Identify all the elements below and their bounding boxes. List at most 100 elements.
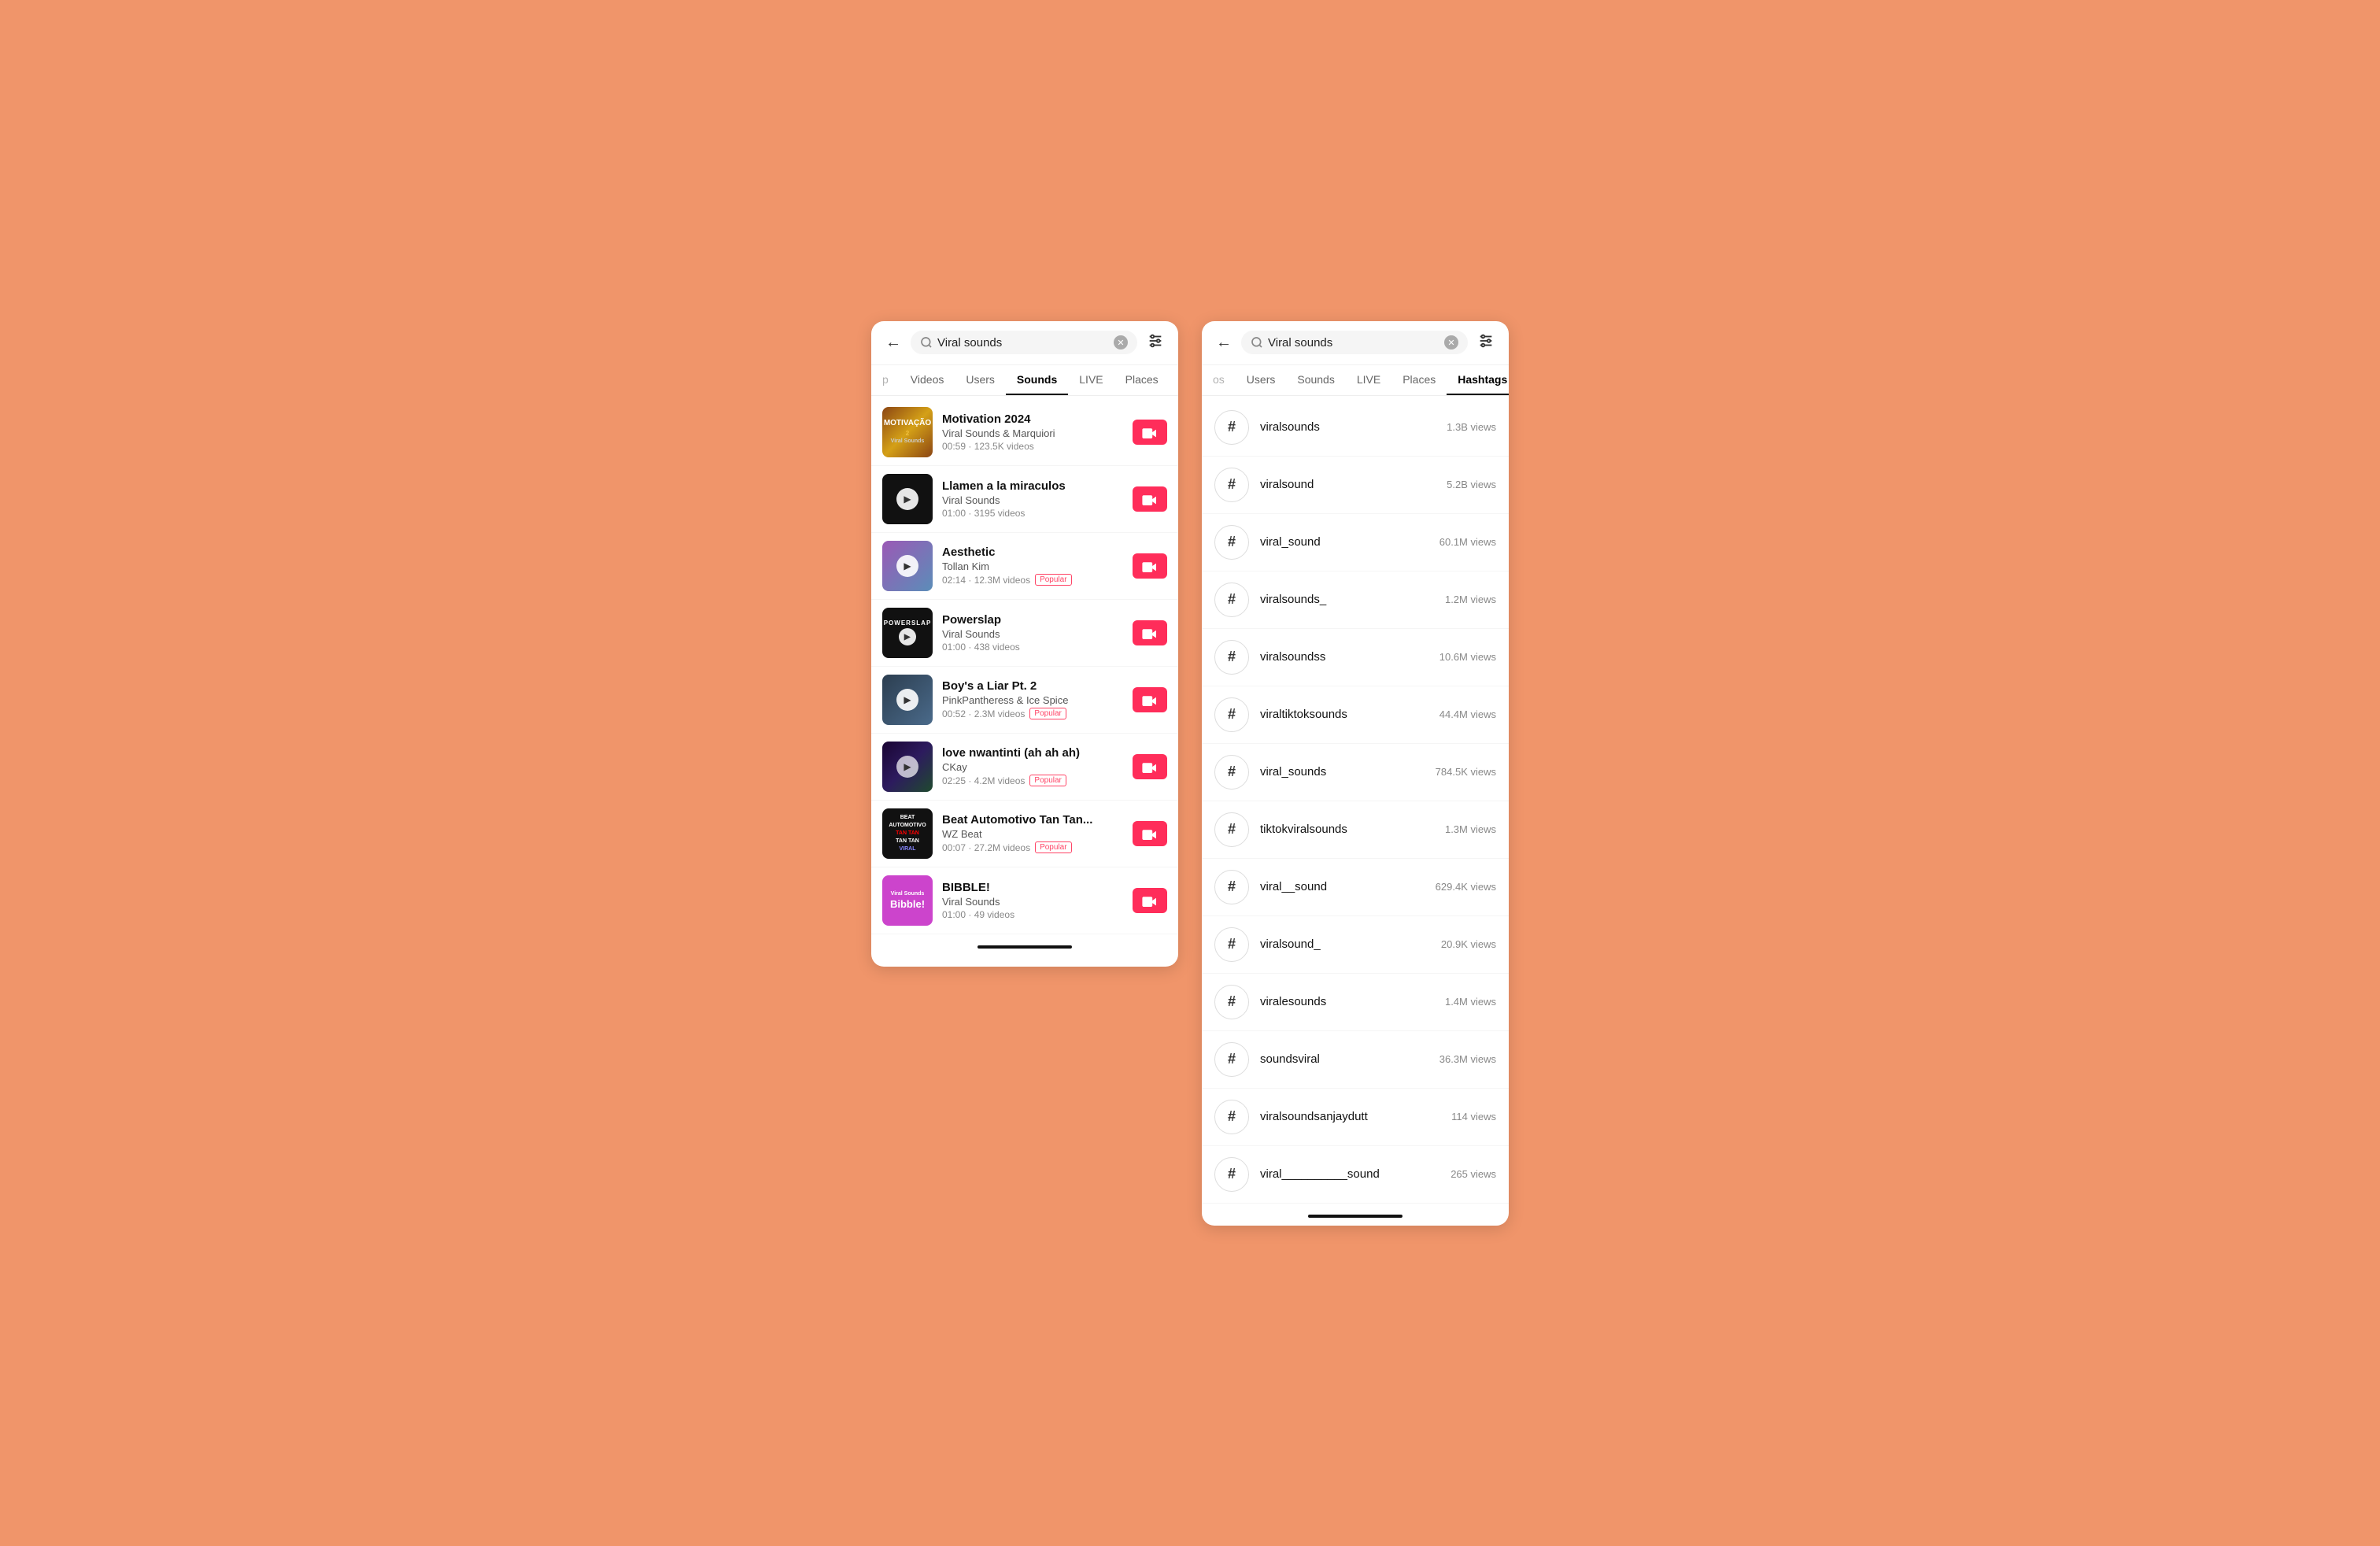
sound-info-aesthetic: Aesthetic Tollan Kim 02:14 · 12.3M video… <box>942 546 1123 586</box>
hashtag-item-soundsviral[interactable]: # soundsviral 36.3M views <box>1202 1031 1509 1089</box>
sound-info-bibble: BIBBLE! Viral Sounds 01:00 · 49 videos <box>942 881 1123 920</box>
sound-title-llamen: Llamen a la miraculos <box>942 479 1123 493</box>
hash-name-viralsounds: viralsounds <box>1260 420 1436 434</box>
tab-users-left[interactable]: Users <box>955 365 1006 395</box>
use-button-motivation[interactable] <box>1133 420 1167 445</box>
hashtag-item-viralsound[interactable]: # viralsound 5.2B views <box>1202 457 1509 514</box>
hashtag-item-tiktokviralsounds[interactable]: # tiktokviralsounds 1.3M views <box>1202 801 1509 859</box>
tab-hashtags-left-partial[interactable]: Has... <box>1170 365 1178 395</box>
hash-views-viralsound: 5.2B views <box>1447 479 1496 490</box>
sound-info-love: love nwantinti (ah ah ah) CKay 02:25 · 4… <box>942 746 1123 786</box>
search-bar-right: ← Viral sounds ✕ <box>1202 321 1509 365</box>
left-phone: ← Viral sounds ✕ p Videos Users <box>871 321 1178 967</box>
hash-views-viral-sounds-under: 784.5K views <box>1436 766 1496 778</box>
search-query-left: Viral sounds <box>937 336 1109 350</box>
use-button-beat[interactable] <box>1133 821 1167 846</box>
filter-button-left[interactable] <box>1144 329 1167 357</box>
clear-button-right[interactable]: ✕ <box>1444 335 1458 350</box>
video-camera-icon-love <box>1142 760 1158 773</box>
hashtag-item-viralsounds-under[interactable]: # viralsounds_ 1.2M views <box>1202 571 1509 629</box>
use-button-llamen[interactable] <box>1133 486 1167 512</box>
hash-name-tiktokviralsounds: tiktokviralsounds <box>1260 823 1434 836</box>
sound-title-aesthetic: Aesthetic <box>942 546 1123 559</box>
tab-live-left[interactable]: LIVE <box>1068 365 1114 395</box>
sound-artist-boysaliar: PinkPantheress & Ice Spice <box>942 694 1123 706</box>
use-button-bibble[interactable] <box>1133 888 1167 913</box>
bottom-bar-right <box>1202 1207 1509 1226</box>
tab-live-right[interactable]: LIVE <box>1346 365 1391 395</box>
sound-meta-llamen: 01:00 · 3195 videos <box>942 508 1123 519</box>
sound-meta-aesthetic: 02:14 · 12.3M videos Popular <box>942 574 1123 586</box>
hashtag-item-viraltiktok[interactable]: # viraltiktoksounds 44.4M views <box>1202 686 1509 744</box>
clear-button-left[interactable]: ✕ <box>1114 335 1128 350</box>
hash-circle-tiktokviralsounds: # <box>1214 812 1249 847</box>
hashtag-item-viralsoundss[interactable]: # viralsoundss 10.6M views <box>1202 629 1509 686</box>
hashtag-item-viral-sound[interactable]: # viral_sound 60.1M views <box>1202 514 1509 571</box>
sound-meta-boysaliar: 00:52 · 2.3M videos Popular <box>942 708 1123 719</box>
hash-circle-viralsoundsanjay: # <box>1214 1100 1249 1134</box>
hash-name-viraltiktok: viraltiktoksounds <box>1260 708 1428 721</box>
sound-item-bibble: Viral Sounds Bibble! BIBBLE! Viral Sound… <box>871 867 1178 934</box>
popular-badge-boysaliar: Popular <box>1029 708 1066 719</box>
hash-views-viralsound-under: 20.9K views <box>1441 938 1496 950</box>
back-button-right[interactable]: ← <box>1213 331 1235 355</box>
filter-button-right[interactable] <box>1474 329 1498 357</box>
search-input-wrap-left[interactable]: Viral sounds ✕ <box>911 331 1137 354</box>
sound-artist-llamen: Viral Sounds <box>942 494 1123 506</box>
hash-circle-viral-sound: # <box>1214 525 1249 560</box>
sound-meta-powerslap: 01:00 · 438 videos <box>942 642 1123 653</box>
hashtag-item-viralsounds[interactable]: # viralsounds 1.3B views <box>1202 399 1509 457</box>
sound-info-boysaliar: Boy's a Liar Pt. 2 PinkPantheress & Ice … <box>942 679 1123 719</box>
tab-users-right[interactable]: Users <box>1236 365 1287 395</box>
hashtag-item-viral-sounds-under[interactable]: # viral_sounds 784.5K views <box>1202 744 1509 801</box>
hashtag-item-viralesounds[interactable]: # viralesounds 1.4M views <box>1202 974 1509 1031</box>
sound-artist-love: CKay <box>942 761 1123 773</box>
tab-videos-left[interactable]: Videos <box>900 365 955 395</box>
use-button-love[interactable] <box>1133 754 1167 779</box>
tab-sounds-left[interactable]: Sounds <box>1006 365 1068 395</box>
hash-circle-viralsounds-under: # <box>1214 583 1249 617</box>
hash-circle-soundsviral: # <box>1214 1042 1249 1077</box>
play-icon-llamen: ▶ <box>896 488 918 510</box>
tab-places-left[interactable]: Places <box>1114 365 1170 395</box>
hash-circle-viralesounds: # <box>1214 985 1249 1019</box>
sound-title-powerslap: Powerslap <box>942 613 1123 627</box>
use-button-aesthetic[interactable] <box>1133 553 1167 579</box>
sound-thumb-boysaliar: ▶ <box>882 675 933 725</box>
tab-hashtags-right[interactable]: Hashtags <box>1447 365 1509 395</box>
sound-thumb-beat: BEAT AUTOMOTIVO TAN TAN TAN TAN VIRAL <box>882 808 933 859</box>
tab-sounds-right[interactable]: Sounds <box>1286 365 1345 395</box>
hash-circle-viralsound-under: # <box>1214 927 1249 962</box>
sound-artist-aesthetic: Tollan Kim <box>942 560 1123 572</box>
hash-views-soundsviral: 36.3M views <box>1439 1053 1496 1065</box>
play-icon-love: ▶ <box>896 756 918 778</box>
hash-name-viral-sound: viral_sound <box>1260 535 1428 549</box>
hash-circle-viral--sound: # <box>1214 870 1249 904</box>
search-input-wrap-right[interactable]: Viral sounds ✕ <box>1241 331 1468 354</box>
search-icon-left <box>920 336 933 349</box>
sound-meta-love: 02:25 · 4.2M videos Popular <box>942 775 1123 786</box>
hashtag-item-viral--sound[interactable]: # viral__sound 629.4K views <box>1202 859 1509 916</box>
hash-name-viral--sound: viral__sound <box>1260 880 1425 893</box>
sound-thumb-love: ▶ <box>882 742 933 792</box>
video-camera-icon-powerslap <box>1142 627 1158 639</box>
use-button-powerslap[interactable] <box>1133 620 1167 645</box>
hashtag-item-viralsoundsanjay[interactable]: # viralsoundsanjaydutt 114 views <box>1202 1089 1509 1146</box>
use-button-boysaliar[interactable] <box>1133 687 1167 712</box>
tab-places-right[interactable]: Places <box>1391 365 1447 395</box>
hashtag-item-viralsound-under[interactable]: # viralsound_ 20.9K views <box>1202 916 1509 974</box>
tab-partial-right[interactable]: os <box>1202 365 1236 395</box>
tabs-left: p Videos Users Sounds LIVE Places Has... <box>871 365 1178 396</box>
filter-icon-left <box>1147 332 1164 350</box>
back-button-left[interactable]: ← <box>882 331 904 355</box>
sound-title-beat: Beat Automotivo Tan Tan... <box>942 813 1123 827</box>
phones-container: ← Viral sounds ✕ p Videos Users <box>871 321 1509 1226</box>
sound-artist-bibble: Viral Sounds <box>942 896 1123 908</box>
hash-views-viraltiktok: 44.4M views <box>1439 708 1496 720</box>
video-camera-icon-bibble <box>1142 894 1158 907</box>
sound-title-boysaliar: Boy's a Liar Pt. 2 <box>942 679 1123 693</box>
video-camera-icon-llamen <box>1142 493 1158 505</box>
tab-partial-left[interactable]: p <box>871 365 900 395</box>
sound-title-bibble: BIBBLE! <box>942 881 1123 894</box>
hashtag-item-viral-long-sound[interactable]: # viral__________sound 265 views <box>1202 1146 1509 1204</box>
